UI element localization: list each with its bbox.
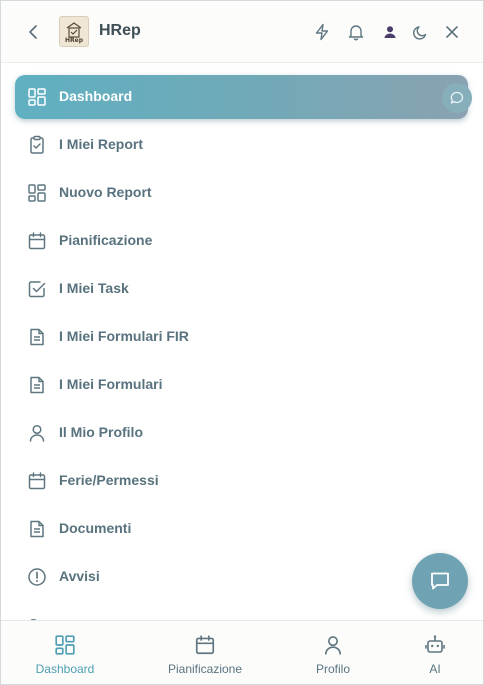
close-button[interactable] [440,20,464,44]
chat-bubble-icon [450,91,464,104]
chat-fab-button[interactable] [412,553,468,609]
clipboard-check-icon [26,134,48,156]
logo-text: HRep [64,37,83,44]
menu-item-nuovo-report[interactable]: Nuovo Report [15,171,468,215]
moon-icon [412,25,426,40]
robot-icon [423,633,447,657]
menu-item-label: Ferie/Permessi [59,472,159,488]
mini-chat-button[interactable] [442,83,472,113]
nav-label: Profilo [315,662,350,676]
nav-pianificazione[interactable]: Pianificazione [161,621,249,684]
document-icon [26,374,48,396]
menu-item-i-miei-formulari[interactable]: I Miei Formulari [15,363,468,407]
nav-profilo[interactable]: Profilo [303,621,363,684]
menu-item-label: Documenti [59,520,132,536]
menu-item-avvisi[interactable]: Avvisi [15,555,468,599]
menu-item-i-miei-report[interactable]: I Miei Report [15,123,468,167]
dark-mode-toggle[interactable] [408,20,432,44]
nav-label: Pianificazione [167,662,243,676]
document-icon [26,518,48,540]
user-icon [26,422,48,444]
bell-icon [348,25,364,41]
back-button[interactable] [23,21,45,43]
document-icon [26,326,48,348]
nav-dashboard[interactable]: Dashboard [31,621,99,684]
calendar-icon [26,470,48,492]
calendar-icon [26,230,48,252]
nav-label: AI [429,662,441,676]
quick-actions-button[interactable] [310,20,334,44]
chat-icon [431,572,449,590]
side-menu: Dashboard I Miei Report Nuovo Report Pia… [1,63,483,620]
menu-item-dashboard[interactable]: Dashboard [15,75,468,119]
checkbox-icon [26,278,48,300]
bottom-navigation: Dashboard Pianificazione Profilo AI [1,620,483,684]
menu-item-ferie-permessi[interactable]: Ferie/Permessi [15,459,468,503]
lightning-icon [315,23,329,41]
user-avatar-button[interactable] [378,20,402,44]
calendar-icon [193,633,217,657]
menu-item-label: I Miei Task [59,280,129,296]
menu-item-label: I Miei Report [59,136,144,152]
menu-item-pianificazione[interactable]: Pianificazione [15,219,468,263]
nav-ai[interactable]: AI [415,621,455,684]
app-title: HRep [99,22,141,39]
app-window: HRep HRep Dashboard I Miei Report Nuovo … [0,0,484,685]
close-icon [446,26,458,38]
dashboard-grid-icon [26,86,48,108]
user-icon [321,633,345,657]
menu-item-il-mio-profilo[interactable]: Il Mio Profilo [15,411,468,455]
menu-item-documenti[interactable]: Documenti [15,507,468,551]
dashboard-grid-icon [53,633,77,657]
app-logo: HRep [59,16,89,47]
menu-item-label: Pianificazione [59,232,153,248]
menu-item-i-miei-formulari-fir[interactable]: I Miei Formulari FIR [15,315,468,359]
chevron-left-icon [29,25,37,39]
menu-item-label: I Miei Formulari FIR [59,328,189,344]
menu-item-label: Il Mio Profilo [59,424,143,440]
top-header: HRep HRep [1,1,483,63]
menu-item-label: Dashboard [59,88,133,104]
nav-label: Dashboard [35,662,95,676]
dashboard-grid-icon [26,182,48,204]
alert-circle-icon [26,566,48,588]
logo-emblem-icon [66,22,82,38]
menu-item-label: I Miei Formulari [59,376,163,392]
user-avatar-icon [384,26,396,38]
menu-item-label: Avvisi [59,568,100,584]
menu-item-label: Nuovo Report [59,184,152,200]
notifications-button[interactable] [344,20,368,44]
menu-item-i-miei-task[interactable]: I Miei Task [15,267,468,311]
